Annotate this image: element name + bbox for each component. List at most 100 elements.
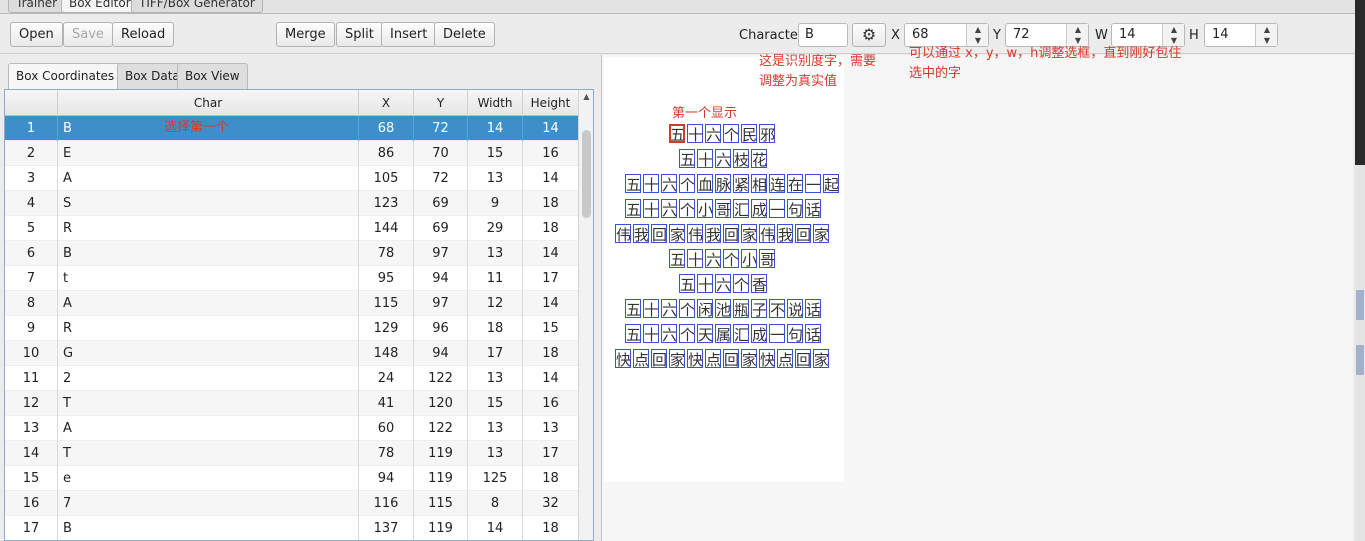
table-row[interactable]: 16 7 116 115 8 32 bbox=[5, 491, 579, 516]
character-field[interactable]: B bbox=[798, 23, 848, 47]
header-char[interactable]: Char bbox=[58, 90, 359, 116]
save-button[interactable]: Save bbox=[63, 22, 113, 47]
scroll-up-arrow-icon[interactable]: ▲ bbox=[579, 92, 593, 101]
table-row[interactable]: 3 A 105 72 13 14 bbox=[5, 166, 579, 191]
glyph-box[interactable] bbox=[715, 199, 731, 218]
glyph-box[interactable] bbox=[759, 249, 775, 268]
glyph-box[interactable] bbox=[679, 199, 695, 218]
glyph-box[interactable] bbox=[741, 349, 757, 368]
glyph-box[interactable] bbox=[643, 174, 659, 193]
glyph-box[interactable] bbox=[741, 249, 757, 268]
glyph-box[interactable] bbox=[697, 149, 713, 168]
glyph-box[interactable] bbox=[661, 199, 677, 218]
glyph-box[interactable] bbox=[795, 349, 811, 368]
glyph-box[interactable] bbox=[633, 349, 649, 368]
glyph-box[interactable] bbox=[751, 199, 767, 218]
glyph-box[interactable] bbox=[805, 299, 821, 318]
table-row[interactable]: 9 R 129 96 18 15 bbox=[5, 316, 579, 341]
glyph-box[interactable] bbox=[787, 299, 803, 318]
glyph-box[interactable] bbox=[751, 174, 767, 193]
glyph-box[interactable] bbox=[805, 174, 821, 193]
glyph-box[interactable] bbox=[715, 149, 731, 168]
glyph-box[interactable] bbox=[751, 274, 767, 293]
glyph-box[interactable] bbox=[643, 299, 659, 318]
glyph-box[interactable] bbox=[715, 174, 731, 193]
glyph-box[interactable] bbox=[777, 224, 793, 243]
glyph-box[interactable] bbox=[769, 299, 785, 318]
glyph-box[interactable] bbox=[723, 249, 739, 268]
glyph-box[interactable] bbox=[733, 299, 749, 318]
delete-button[interactable]: Delete bbox=[434, 22, 495, 47]
y-up-arrow-icon[interactable]: ▲ bbox=[1067, 24, 1089, 35]
glyph-box[interactable] bbox=[733, 274, 749, 293]
glyph-box[interactable] bbox=[823, 174, 839, 193]
h-down-arrow-icon[interactable]: ▼ bbox=[1256, 35, 1278, 46]
glyph-box[interactable] bbox=[697, 274, 713, 293]
glyph-box[interactable] bbox=[769, 324, 785, 343]
glyph-box[interactable] bbox=[625, 299, 641, 318]
glyph-box[interactable] bbox=[615, 224, 631, 243]
glyph-box[interactable] bbox=[633, 224, 649, 243]
glyph-box[interactable] bbox=[697, 324, 713, 343]
x-up-arrow-icon[interactable]: ▲ bbox=[967, 24, 989, 35]
glyph-box[interactable] bbox=[697, 174, 713, 193]
glyph-box[interactable] bbox=[705, 349, 721, 368]
tab-trainer[interactable]: Trainer bbox=[8, 0, 66, 13]
glyph-box[interactable] bbox=[741, 124, 757, 143]
selected-glyph-box[interactable] bbox=[669, 124, 685, 143]
glyph-box[interactable] bbox=[723, 224, 739, 243]
glyph-box[interactable] bbox=[651, 349, 667, 368]
glyph-box[interactable] bbox=[625, 324, 641, 343]
glyph-box[interactable] bbox=[777, 349, 793, 368]
glyph-box[interactable] bbox=[733, 174, 749, 193]
glyph-box[interactable] bbox=[679, 174, 695, 193]
glyph-box[interactable] bbox=[759, 349, 775, 368]
glyph-box[interactable] bbox=[687, 224, 703, 243]
glyph-box[interactable] bbox=[733, 324, 749, 343]
glyph-box[interactable] bbox=[723, 124, 739, 143]
table-row[interactable]: 1 B 68 72 14 14 bbox=[5, 116, 579, 141]
glyph-box[interactable] bbox=[661, 324, 677, 343]
table-row[interactable]: 15 e 94 119 125 18 bbox=[5, 466, 579, 491]
gear-icon[interactable]: ⚙ bbox=[852, 23, 886, 47]
glyph-box[interactable] bbox=[759, 224, 775, 243]
glyph-box[interactable] bbox=[769, 199, 785, 218]
header-width[interactable]: Width bbox=[468, 90, 523, 116]
glyph-box[interactable] bbox=[787, 324, 803, 343]
glyph-box[interactable] bbox=[715, 299, 731, 318]
merge-button[interactable]: Merge bbox=[276, 22, 335, 47]
glyph-box[interactable] bbox=[733, 199, 749, 218]
glyph-box[interactable] bbox=[687, 349, 703, 368]
glyph-box[interactable] bbox=[687, 249, 703, 268]
header-y[interactable]: Y bbox=[414, 90, 468, 116]
glyph-box[interactable] bbox=[661, 174, 677, 193]
header-x[interactable]: X bbox=[359, 90, 414, 116]
glyph-box[interactable] bbox=[679, 149, 695, 168]
table-row[interactable]: 7 t 95 94 11 17 bbox=[5, 266, 579, 291]
glyph-box[interactable] bbox=[769, 174, 785, 193]
glyph-box[interactable] bbox=[795, 224, 811, 243]
glyph-box[interactable] bbox=[723, 349, 739, 368]
glyph-box[interactable] bbox=[661, 299, 677, 318]
glyph-box[interactable] bbox=[751, 149, 767, 168]
glyph-box[interactable] bbox=[751, 299, 767, 318]
table-row[interactable]: 8 A 115 97 12 14 bbox=[5, 291, 579, 316]
glyph-box[interactable] bbox=[705, 224, 721, 243]
glyph-box[interactable] bbox=[643, 199, 659, 218]
glyph-box[interactable] bbox=[625, 199, 641, 218]
scrollbar-thumb[interactable] bbox=[582, 130, 591, 218]
glyph-box[interactable] bbox=[813, 224, 829, 243]
glyph-box[interactable] bbox=[705, 124, 721, 143]
glyph-box[interactable] bbox=[669, 224, 685, 243]
header-height[interactable]: Height bbox=[523, 90, 579, 116]
h-up-arrow-icon[interactable]: ▲ bbox=[1256, 24, 1278, 35]
glyph-box[interactable] bbox=[669, 349, 685, 368]
glyph-box[interactable] bbox=[669, 249, 685, 268]
glyph-box[interactable] bbox=[625, 174, 641, 193]
table-row[interactable]: 10 G 148 94 17 18 bbox=[5, 341, 579, 366]
glyph-box[interactable] bbox=[759, 124, 775, 143]
table-scrollbar[interactable]: ▲ bbox=[578, 90, 593, 540]
table-row[interactable]: 17 B 137 119 14 18 bbox=[5, 516, 579, 540]
glyph-box[interactable] bbox=[805, 324, 821, 343]
table-row[interactable]: 11 2 24 122 13 14 bbox=[5, 366, 579, 391]
